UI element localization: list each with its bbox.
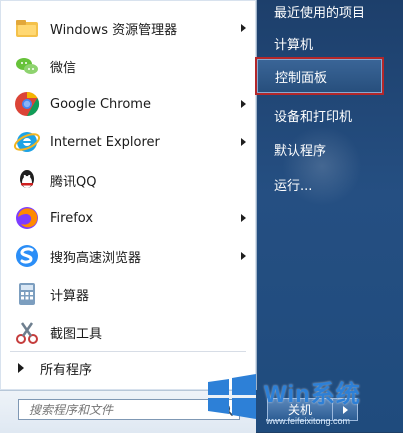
right-menu-item-devices-and-printers[interactable]: 设备和打印机: [274, 103, 384, 127]
program-label: 截图工具: [50, 326, 103, 342]
firefox-icon: [12, 203, 42, 233]
ie-icon: [12, 127, 42, 157]
program-item-windows-explorer[interactable]: Windows 资源管理器: [8, 10, 254, 46]
snipping-tool-icon: [12, 317, 42, 347]
sogou-browser-icon: [12, 241, 42, 271]
shutdown-label: 关机: [287, 403, 312, 417]
right-menu-item-default-programs[interactable]: 默认程序: [274, 137, 384, 161]
program-item-snipping-tool[interactable]: 截图工具: [8, 314, 254, 350]
program-label: 搜狗高速浏览器: [50, 250, 142, 266]
qq-icon: [12, 165, 42, 195]
search-area: [0, 390, 256, 433]
program-label: Google Chrome: [50, 96, 151, 112]
all-programs-arrow-icon: [18, 363, 24, 373]
all-programs-button[interactable]: 所有程序: [8, 356, 254, 380]
program-item-firefox[interactable]: Firefox: [8, 200, 254, 236]
search-icon: [220, 403, 233, 416]
right-menu-label: 运行...: [274, 178, 313, 194]
start-menu: Windows 资源管理器 微信 Google Chrome Internet …: [0, 0, 403, 433]
right-menu-item-recent-items[interactable]: 最近使用的项目: [274, 0, 384, 23]
right-menu-item-run[interactable]: 运行...: [274, 172, 384, 196]
program-label: Windows 资源管理器: [50, 22, 178, 38]
program-item-qq[interactable]: 腾讯QQ: [8, 162, 254, 198]
right-menu-label: 设备和打印机: [274, 109, 353, 125]
separator: [10, 351, 246, 352]
right-menu-item-control-panel[interactable]: 控制面板: [255, 57, 384, 95]
folder-icon: [12, 13, 42, 43]
chrome-icon: [12, 89, 42, 119]
program-label: Internet Explorer: [50, 134, 160, 150]
program-label: Firefox: [50, 210, 94, 226]
submenu-arrow-icon: [241, 138, 246, 146]
shutdown-button[interactable]: 关机: [267, 398, 333, 421]
program-label: 腾讯QQ: [50, 174, 97, 190]
submenu-arrow-icon: [241, 252, 246, 260]
search-box[interactable]: [18, 399, 240, 420]
shutdown-options-button[interactable]: [332, 398, 358, 421]
program-item-calculator[interactable]: 计算器: [8, 276, 254, 312]
search-button[interactable]: [217, 401, 237, 418]
calculator-icon: [12, 279, 42, 309]
all-programs-label: 所有程序: [40, 362, 93, 378]
right-menu-label: 默认程序: [274, 143, 327, 159]
program-label: 计算器: [50, 288, 90, 304]
program-item-sogou-browser[interactable]: 搜狗高速浏览器: [8, 238, 254, 274]
submenu-arrow-icon: [241, 214, 246, 222]
search-input[interactable]: [27, 400, 221, 419]
submenu-arrow-icon: [241, 100, 246, 108]
program-label: 微信: [50, 60, 77, 76]
right-menu-item-computer[interactable]: 计算机: [274, 31, 384, 55]
right-menu-label: 计算机: [274, 37, 314, 53]
wechat-icon: [12, 51, 42, 81]
right-menu-label: 控制面板: [275, 70, 328, 86]
right-menu-label: 最近使用的项目: [274, 5, 366, 21]
program-item-wechat[interactable]: 微信: [8, 48, 254, 84]
program-item-internet-explorer[interactable]: Internet Explorer: [8, 124, 254, 160]
programs-pane: Windows 资源管理器 微信 Google Chrome Internet …: [0, 0, 257, 390]
program-item-google-chrome[interactable]: Google Chrome: [8, 86, 254, 122]
submenu-arrow-icon: [241, 24, 246, 32]
